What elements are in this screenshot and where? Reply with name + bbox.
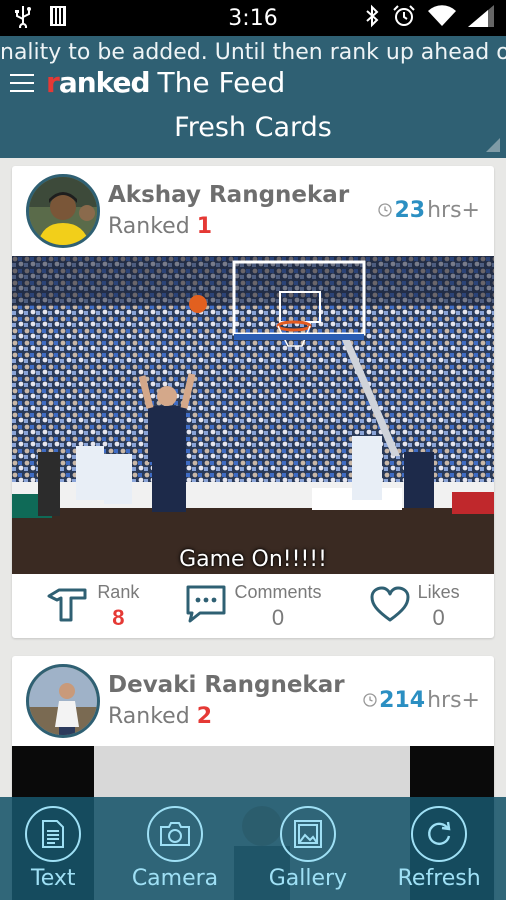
status-bar: 3:16 bbox=[0, 0, 506, 36]
document-icon[interactable] bbox=[25, 806, 82, 862]
app-header: nality to be added. Until then rank up a… bbox=[0, 36, 506, 158]
refresh-button-label: Refresh bbox=[397, 866, 481, 891]
camera-button-label: Camera bbox=[131, 866, 219, 891]
gallery-button[interactable]: Gallery bbox=[269, 806, 347, 891]
comments-label: Comments bbox=[234, 581, 322, 602]
camera-icon[interactable] bbox=[146, 806, 203, 862]
section-title: Fresh Cards bbox=[174, 112, 332, 143]
page-title: The Feed bbox=[157, 66, 286, 99]
feed-card[interactable]: Akshay Rangnekar Ranked 1 23 hrs+ Game O… bbox=[12, 166, 494, 638]
card-photo[interactable]: Game On!!!!! bbox=[12, 256, 494, 574]
user-rank: Ranked 2 bbox=[108, 704, 212, 729]
comments-stat[interactable]: Comments 0 bbox=[173, 582, 334, 631]
card-header: Devaki Rangnekar Ranked 2 214 hrs+ bbox=[12, 656, 494, 746]
comments-value: 0 bbox=[271, 604, 285, 630]
news-ticker: nality to be added. Until then rank up a… bbox=[0, 40, 506, 65]
ranked-logo: ranked bbox=[46, 66, 151, 99]
likes-value: 0 bbox=[432, 604, 445, 630]
avatar[interactable] bbox=[26, 664, 100, 738]
user-name[interactable]: Akshay Rangnekar bbox=[108, 182, 349, 208]
refresh-button[interactable]: Refresh bbox=[398, 806, 481, 891]
post-age: 23 hrs+ bbox=[378, 198, 480, 223]
photo-caption: Game On!!!!! bbox=[179, 547, 327, 572]
menu-icon[interactable] bbox=[10, 73, 34, 92]
heart-icon[interactable] bbox=[368, 584, 412, 629]
likes-stat[interactable]: Likes 0 bbox=[333, 582, 494, 631]
avatar[interactable] bbox=[26, 174, 100, 248]
dropdown-corner-icon[interactable] bbox=[486, 138, 500, 152]
gallery-button-label: Gallery bbox=[268, 866, 348, 891]
brand-row: ranked The Feed bbox=[10, 66, 285, 99]
card-header: Akshay Rangnekar Ranked 1 23 hrs+ bbox=[12, 166, 494, 256]
camera-button[interactable]: Camera bbox=[132, 806, 218, 891]
gallery-icon[interactable] bbox=[279, 806, 336, 862]
clock-icon bbox=[363, 688, 377, 713]
likes-label: Likes bbox=[417, 581, 460, 602]
post-age: 214 hrs+ bbox=[363, 688, 480, 713]
rank-value: 8 bbox=[112, 604, 125, 630]
clock-icon bbox=[378, 198, 393, 223]
comment-icon[interactable] bbox=[184, 583, 228, 630]
text-button[interactable]: Text bbox=[25, 806, 82, 891]
status-time: 3:16 bbox=[228, 5, 278, 31]
bottom-action-bar: Text Camera Gallery Refresh bbox=[0, 797, 506, 900]
card-stats: Rank 8 Comments 0 Likes 0 bbox=[12, 574, 494, 638]
refresh-icon[interactable] bbox=[411, 806, 468, 862]
text-button-label: Text bbox=[31, 866, 76, 891]
rank-label: Rank bbox=[97, 581, 140, 602]
user-rank: Ranked 1 bbox=[108, 214, 212, 239]
user-name[interactable]: Devaki Rangnekar bbox=[108, 672, 345, 698]
rank-stat[interactable]: Rank 8 bbox=[12, 582, 173, 631]
rank-up-icon[interactable] bbox=[45, 584, 91, 629]
